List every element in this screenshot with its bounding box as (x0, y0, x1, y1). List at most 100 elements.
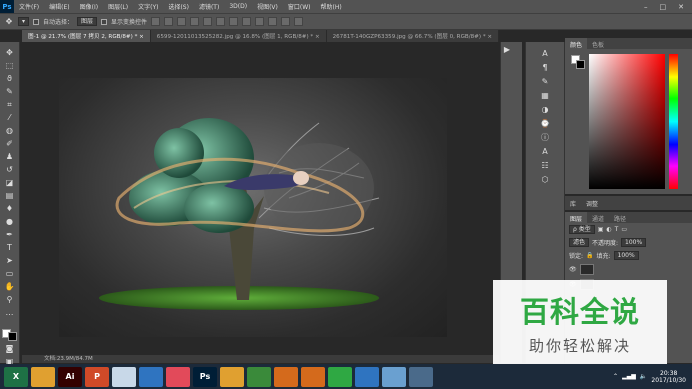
tab-color[interactable]: 颜色 (565, 38, 588, 49)
gradient-tool-icon[interactable]: ▤ (5, 191, 15, 201)
marquee-tool-icon[interactable]: ⬚ (5, 61, 15, 71)
menu-view[interactable]: 视图(V) (252, 2, 283, 11)
tab-paths[interactable]: 路径 (609, 212, 631, 223)
network-icon[interactable]: ▂▄▆ (622, 373, 636, 380)
taskbar-app-icon[interactable] (301, 366, 325, 387)
distribute-2-icon[interactable] (242, 17, 252, 26)
info-panel-icon[interactable]: ⓘ (539, 132, 551, 143)
taskbar-app-icon[interactable] (355, 366, 379, 387)
taskbar-app-icon[interactable] (139, 366, 163, 387)
brush-panel-icon[interactable]: ✎ (539, 76, 551, 87)
stamp-tool-icon[interactable]: ♟ (5, 152, 15, 162)
opacity-input[interactable]: 100% (621, 238, 647, 247)
zoom-tool-icon[interactable]: ⚲ (5, 295, 15, 305)
play-icon[interactable]: ▶ (501, 44, 513, 55)
quick-mask-icon[interactable]: ◙ (5, 344, 15, 354)
3d-pan-icon[interactable] (294, 17, 304, 26)
menu-select[interactable]: 选择(S) (163, 2, 194, 11)
tab-close-icon[interactable]: × (487, 34, 492, 40)
menu-help[interactable]: 帮助(H) (316, 2, 347, 11)
taskbar-app-icon[interactable] (112, 366, 136, 387)
visibility-eye-icon[interactable]: 👁 (569, 266, 577, 273)
align-bottom-icon[interactable] (177, 17, 187, 26)
maximize-button[interactable]: □ (660, 3, 667, 11)
menu-filter[interactable]: 滤镜(T) (194, 2, 224, 11)
brush-tool-icon[interactable]: ✐ (5, 139, 15, 149)
adjust-panel-icon[interactable]: ◑ (539, 104, 551, 115)
path-select-icon[interactable]: ➤ (5, 256, 15, 266)
taskbar-app-icon[interactable]: P (85, 366, 109, 387)
minimize-button[interactable]: – (644, 3, 648, 11)
taskbar-app-icon[interactable] (166, 366, 190, 387)
filter-type-icon[interactable]: T (615, 226, 619, 233)
swatch-panel-icon[interactable]: ▦ (539, 90, 551, 101)
doc-tab-2[interactable]: 6599-12011013525282.jpg @ 16.8% (图层 1, R… (151, 30, 327, 42)
align-hcenter-icon[interactable] (203, 17, 213, 26)
document-canvas[interactable] (59, 78, 447, 337)
close-window-button[interactable]: ✕ (678, 3, 684, 11)
menu-3d[interactable]: 3D(D) (224, 3, 252, 10)
auto-select-dropdown[interactable]: 图层 (77, 17, 98, 26)
tab-close-icon[interactable]: × (315, 34, 320, 40)
glyph-panel-icon[interactable]: A (539, 146, 551, 157)
3d-panel-icon[interactable]: ⬡ (539, 174, 551, 185)
hand-tool-icon[interactable]: ✋ (5, 282, 15, 292)
3d-mode-icon[interactable] (268, 17, 278, 26)
pen-tool-icon[interactable]: ✒ (5, 230, 15, 240)
blur-tool-icon[interactable]: ♦ (5, 204, 15, 214)
distribute-3-icon[interactable] (255, 17, 265, 26)
more-tools-icon[interactable]: … (5, 308, 15, 318)
menu-file[interactable]: 文件(F) (14, 2, 44, 11)
layer-row[interactable]: 👁 (565, 262, 692, 277)
quick-select-icon[interactable]: ✎ (5, 87, 15, 97)
color-picker-field[interactable] (589, 54, 665, 189)
doc-tab-1[interactable]: 图-1 @ 21.7% (图层 7 拷贝 2, RGB/8#) * × (22, 30, 151, 42)
crop-tool-icon[interactable]: ⌗ (5, 100, 15, 110)
align-left-icon[interactable] (190, 17, 200, 26)
align-vcenter-icon[interactable] (164, 17, 174, 26)
tab-layers[interactable]: 图层 (565, 212, 588, 223)
hue-slider[interactable] (669, 54, 678, 189)
fill-input[interactable]: 100% (613, 251, 639, 260)
character-panel-icon[interactable]: A (539, 48, 551, 59)
distribute-icon[interactable] (229, 17, 239, 26)
align-right-icon[interactable] (216, 17, 226, 26)
taskbar-app-icon[interactable]: Ai (58, 366, 82, 387)
tab-swatches[interactable]: 色板 (587, 38, 609, 49)
panel-background-swatch[interactable] (576, 60, 585, 69)
type-tool-icon[interactable]: T (5, 243, 15, 253)
taskbar-app-icon[interactable]: X (4, 366, 28, 387)
taskbar-app-icon[interactable] (247, 366, 271, 387)
history-panel-icon[interactable]: ⌚ (539, 118, 551, 129)
menu-window[interactable]: 窗口(W) (283, 2, 316, 11)
tab-adjustments[interactable]: 调整 (581, 196, 603, 210)
taskbar-app-icon[interactable] (220, 366, 244, 387)
history-brush-icon[interactable]: ↺ (5, 165, 15, 175)
tab-close-icon[interactable]: × (139, 34, 144, 40)
move-tool-icon[interactable]: ✥ (4, 17, 14, 27)
tab-channels[interactable]: 通道 (587, 212, 609, 223)
tool-preset-picker[interactable]: ▾ (18, 17, 30, 26)
filter-shape-icon[interactable]: ▭ (621, 226, 627, 233)
taskbar-app-icon[interactable] (274, 366, 298, 387)
filter-adjust-icon[interactable]: ◐ (606, 226, 611, 233)
taskbar-app-icon[interactable] (31, 366, 55, 387)
menu-type[interactable]: 文字(Y) (133, 2, 163, 11)
taskbar-app-icon[interactable] (382, 366, 406, 387)
taskbar-app-icon[interactable] (409, 366, 433, 387)
background-color-swatch[interactable] (8, 332, 17, 341)
menu-layer[interactable]: 图层(L) (103, 2, 133, 11)
tray-arrow-icon[interactable]: ⌃ (613, 373, 618, 380)
lock-icon[interactable]: 🔒 (586, 252, 593, 259)
taskbar-app-icon[interactable]: Ps (193, 366, 217, 387)
layer-filter-dropdown[interactable]: ρ 类型 (569, 225, 595, 234)
eraser-tool-icon[interactable]: ◪ (5, 178, 15, 188)
doc-tab-3[interactable]: 26781T-140GZP63359.jpg @ 66.7% (图层 0, RG… (327, 30, 499, 42)
shape-tool-icon[interactable]: ▭ (5, 269, 15, 279)
dodge-tool-icon[interactable]: ● (5, 217, 15, 227)
paragraph-panel-icon[interactable]: ¶ (539, 62, 551, 73)
eyedropper-icon[interactable]: ⁄ (5, 113, 15, 123)
clock[interactable]: 20:38 2017/10/30 (651, 370, 686, 384)
menu-edit[interactable]: 编辑(E) (44, 2, 74, 11)
taskbar-app-icon[interactable] (328, 366, 352, 387)
